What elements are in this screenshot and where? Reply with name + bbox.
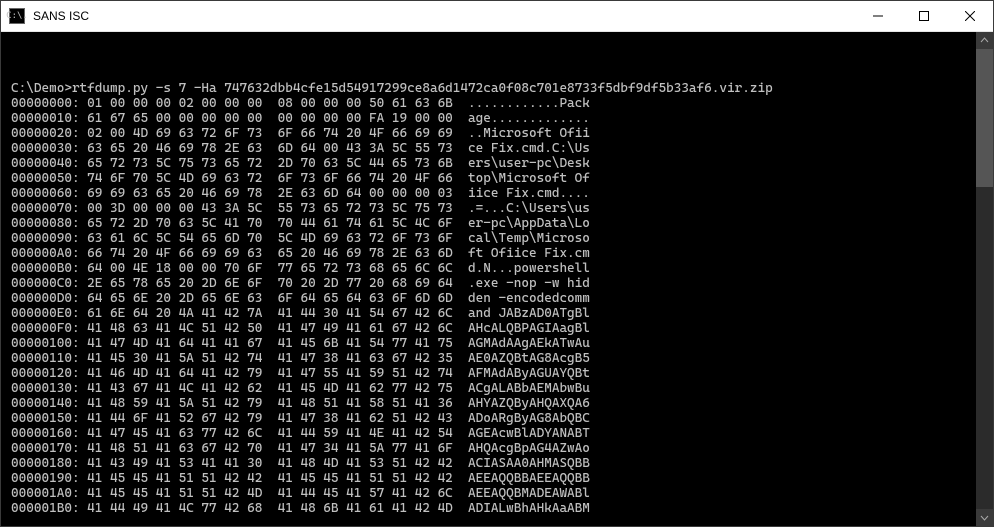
app-icon: C:\. — [9, 8, 25, 24]
hex-dump-row: 00000070: 00 3D 00 00 00 43 3A 5C 55 73 … — [11, 201, 983, 216]
hex-dump-row: 00000190: 41 45 45 41 51 51 42 42 41 45 … — [11, 471, 983, 486]
scroll-up-button[interactable] — [976, 32, 993, 49]
hex-dump-row: 00000120: 41 46 4D 41 64 41 42 79 41 47 … — [11, 366, 983, 381]
hex-dump-row: 00000060: 69 69 63 65 20 46 69 78 2E 63 … — [11, 186, 983, 201]
terminal-blank-line — [11, 66, 983, 81]
hex-dump-row: 00000030: 63 65 20 46 69 78 2E 63 6D 64 … — [11, 141, 983, 156]
hex-dump-row: 000001A0: 41 45 45 41 51 51 42 4D 41 44 … — [11, 486, 983, 501]
minimize-button[interactable] — [855, 1, 901, 31]
window-title: SANS ISC — [33, 9, 89, 23]
hex-dump-row: 000000F0: 41 48 63 41 4C 51 42 50 41 47 … — [11, 321, 983, 336]
hex-dump-row: 00000090: 63 61 6C 5C 54 65 6D 70 5C 4D … — [11, 231, 983, 246]
hex-dump-row: 00000140: 41 48 59 41 5A 51 42 79 41 48 … — [11, 396, 983, 411]
scroll-thumb[interactable] — [976, 49, 993, 187]
hex-dump-row: 00000180: 41 43 49 41 53 41 41 30 41 48 … — [11, 456, 983, 471]
hex-dump-row: 00000160: 41 47 45 41 63 77 42 6C 41 44 … — [11, 426, 983, 441]
hex-dump-row: 000000B0: 64 00 4E 18 00 00 70 6F 77 65 … — [11, 261, 983, 276]
hex-dump-row: 000000E0: 61 6E 64 20 4A 41 42 7A 41 44 … — [11, 306, 983, 321]
hex-dump-row: 000000D0: 64 65 6E 20 2D 65 6E 63 6F 64 … — [11, 291, 983, 306]
titlebar[interactable]: C:\. SANS ISC — [1, 1, 993, 32]
terminal-prompt-line: C:\Demo>rtfdump.py -s 7 -Ha 747632dbb4cf… — [11, 81, 983, 96]
hex-dump-row: 00000040: 65 72 73 5C 75 73 65 72 2D 70 … — [11, 156, 983, 171]
hex-dump-row: 00000110: 41 45 30 41 5A 51 42 74 41 47 … — [11, 351, 983, 366]
hex-dump-row: 00000000: 01 00 00 00 02 00 00 00 08 00 … — [11, 96, 983, 111]
hex-dump-row: 00000010: 61 67 65 00 00 00 00 00 00 00 … — [11, 111, 983, 126]
hex-dump-row: 000000A0: 66 74 20 4F 66 69 69 63 65 20 … — [11, 246, 983, 261]
hex-dump-row: 000001B0: 41 44 49 41 4C 77 42 68 41 48 … — [11, 501, 983, 516]
scroll-track[interactable] — [976, 49, 993, 509]
terminal-content: C:\Demo>rtfdump.py -s 7 -Ha 747632dbb4cf… — [11, 66, 983, 516]
hex-dump-row: 00000130: 41 43 67 41 4C 41 42 62 41 45 … — [11, 381, 983, 396]
hex-dump-row: 000000C0: 2E 65 78 65 20 2D 6E 6F 70 20 … — [11, 276, 983, 291]
hex-dump-row: 00000100: 41 47 4D 41 64 41 41 67 41 45 … — [11, 336, 983, 351]
hex-dump-row: 00000050: 74 6F 70 5C 4D 69 63 72 6F 73 … — [11, 171, 983, 186]
hex-dump-row: 00000080: 65 72 2D 70 63 5C 41 70 70 44 … — [11, 216, 983, 231]
maximize-button[interactable] — [901, 1, 947, 31]
terminal[interactable]: C:\Demo>rtfdump.py -s 7 -Ha 747632dbb4cf… — [1, 32, 993, 526]
hex-dump-row: 00000020: 02 00 4D 69 63 72 6F 73 6F 66 … — [11, 126, 983, 141]
application-window: C:\. SANS ISC C:\Demo>rtfdump.py -s 7 -H… — [0, 0, 994, 527]
hex-dump-row: 00000170: 41 48 51 41 63 67 42 70 41 47 … — [11, 441, 983, 456]
hex-dump-row: 00000150: 41 44 6F 41 52 67 42 79 41 47 … — [11, 411, 983, 426]
close-button[interactable] — [947, 1, 993, 31]
scrollbar[interactable] — [976, 32, 993, 526]
scroll-down-button[interactable] — [976, 509, 993, 526]
